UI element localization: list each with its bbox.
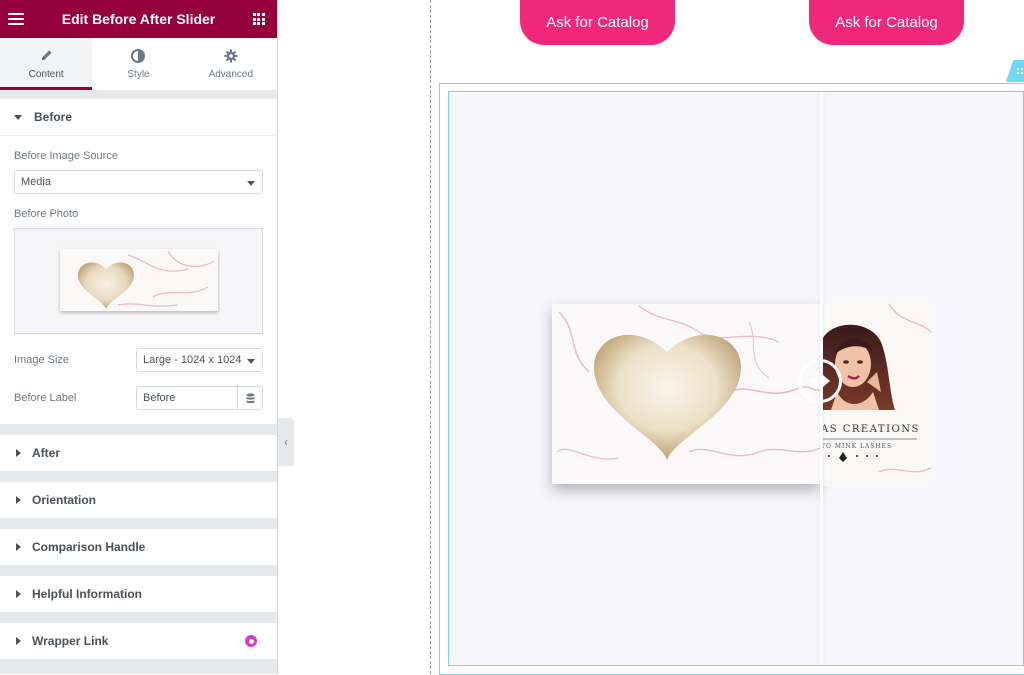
chevron-down-icon bbox=[247, 359, 255, 364]
gear-icon bbox=[224, 49, 238, 65]
hamburger-menu-icon[interactable] bbox=[8, 13, 24, 25]
image-size-select[interactable]: Large - 1024 x 1024 bbox=[136, 348, 263, 372]
section-orientation-header[interactable]: Orientation bbox=[0, 482, 277, 518]
ask-for-catalog-button-2[interactable]: Ask for Catalog bbox=[809, 0, 964, 45]
section-wrapper-link-header[interactable]: Wrapper Link bbox=[0, 623, 277, 659]
ask-for-catalog-button-1[interactable]: Ask for Catalog bbox=[520, 0, 675, 45]
image-size-value: Large - 1024 x 1024 bbox=[143, 354, 242, 366]
section-comparison-handle-title: Comparison Handle bbox=[32, 540, 146, 554]
before-image-source-label: Before Image Source bbox=[14, 150, 118, 162]
half-circle-icon bbox=[131, 48, 146, 65]
caret-right-icon bbox=[16, 496, 21, 504]
before-photo-label: Before Photo bbox=[14, 208, 79, 220]
before-image-source-select[interactable]: Media bbox=[14, 170, 263, 194]
section-wrapper-link-title: Wrapper Link bbox=[32, 634, 109, 648]
tab-style[interactable]: Style bbox=[92, 38, 184, 90]
before-after-image: AS CREATIONS TO MINK LASHES bbox=[552, 300, 932, 486]
caret-right-icon bbox=[16, 543, 21, 551]
comparison-handle[interactable] bbox=[798, 359, 842, 403]
before-image-source-value: Media bbox=[21, 176, 51, 188]
caret-right-icon bbox=[16, 590, 21, 598]
before-after-slider[interactable]: AS CREATIONS TO MINK LASHES bbox=[448, 91, 1024, 666]
pencil-icon bbox=[40, 49, 53, 65]
section-orientation-title: Orientation bbox=[32, 493, 97, 507]
before-photo-picker[interactable] bbox=[14, 228, 263, 334]
column-divider bbox=[430, 0, 431, 674]
panel-tabs: Content Style Advanced bbox=[0, 38, 277, 90]
drag-dots-icon bbox=[1017, 68, 1024, 74]
arrow-right-icon bbox=[823, 375, 830, 387]
caret-down-icon bbox=[14, 114, 22, 120]
section-drag-handle[interactable] bbox=[1006, 60, 1024, 82]
widgets-grid-icon[interactable] bbox=[252, 13, 265, 25]
caret-right-icon bbox=[16, 449, 21, 457]
section-before-body: Before Image Source Media Before Photo I… bbox=[0, 135, 277, 424]
tab-advanced-label: Advanced bbox=[208, 68, 254, 80]
section-before-title: Before bbox=[34, 110, 73, 124]
chevron-down-icon bbox=[247, 181, 255, 186]
after-tagline-text: TO MINK LASHES bbox=[821, 443, 892, 450]
before-label-input[interactable] bbox=[137, 387, 237, 409]
after-brand-text: AS CREATIONS bbox=[820, 424, 920, 435]
arrow-left-icon bbox=[810, 375, 817, 387]
pro-badge-icon bbox=[245, 635, 257, 647]
section-helpful-information-title: Helpful Information bbox=[32, 587, 142, 601]
section-after-header[interactable]: After bbox=[0, 435, 277, 471]
image-size-label: Image Size bbox=[14, 354, 70, 366]
tab-content-label: Content bbox=[28, 68, 64, 80]
section-before-header[interactable]: Before bbox=[0, 99, 277, 135]
section-after-title: After bbox=[32, 446, 61, 460]
chevron-left-icon: ‹ bbox=[284, 435, 288, 449]
before-label-field bbox=[136, 386, 263, 410]
dynamic-tags-icon[interactable] bbox=[237, 387, 262, 409]
before-photo-thumbnail bbox=[59, 249, 218, 311]
tab-advanced[interactable]: Advanced bbox=[185, 38, 277, 90]
section-comparison-handle-header[interactable]: Comparison Handle bbox=[0, 529, 277, 565]
panel-title: Edit Before After Slider bbox=[61, 11, 216, 27]
section-helpful-information-header[interactable]: Helpful Information bbox=[0, 576, 277, 612]
panel-header: Edit Before After Slider bbox=[0, 0, 277, 38]
panel-collapse-toggle[interactable]: ‹ bbox=[278, 418, 294, 466]
preview-canvas: Ask for Catalog Ask for Catalog AS CREAT… bbox=[294, 0, 1024, 675]
tab-style-label: Style bbox=[127, 68, 150, 80]
caret-right-icon bbox=[16, 637, 21, 645]
editor-panel: Edit Before After Slider Content Style A… bbox=[0, 0, 278, 674]
tab-content[interactable]: Content bbox=[0, 38, 93, 90]
before-label-label: Before Label bbox=[14, 392, 77, 404]
